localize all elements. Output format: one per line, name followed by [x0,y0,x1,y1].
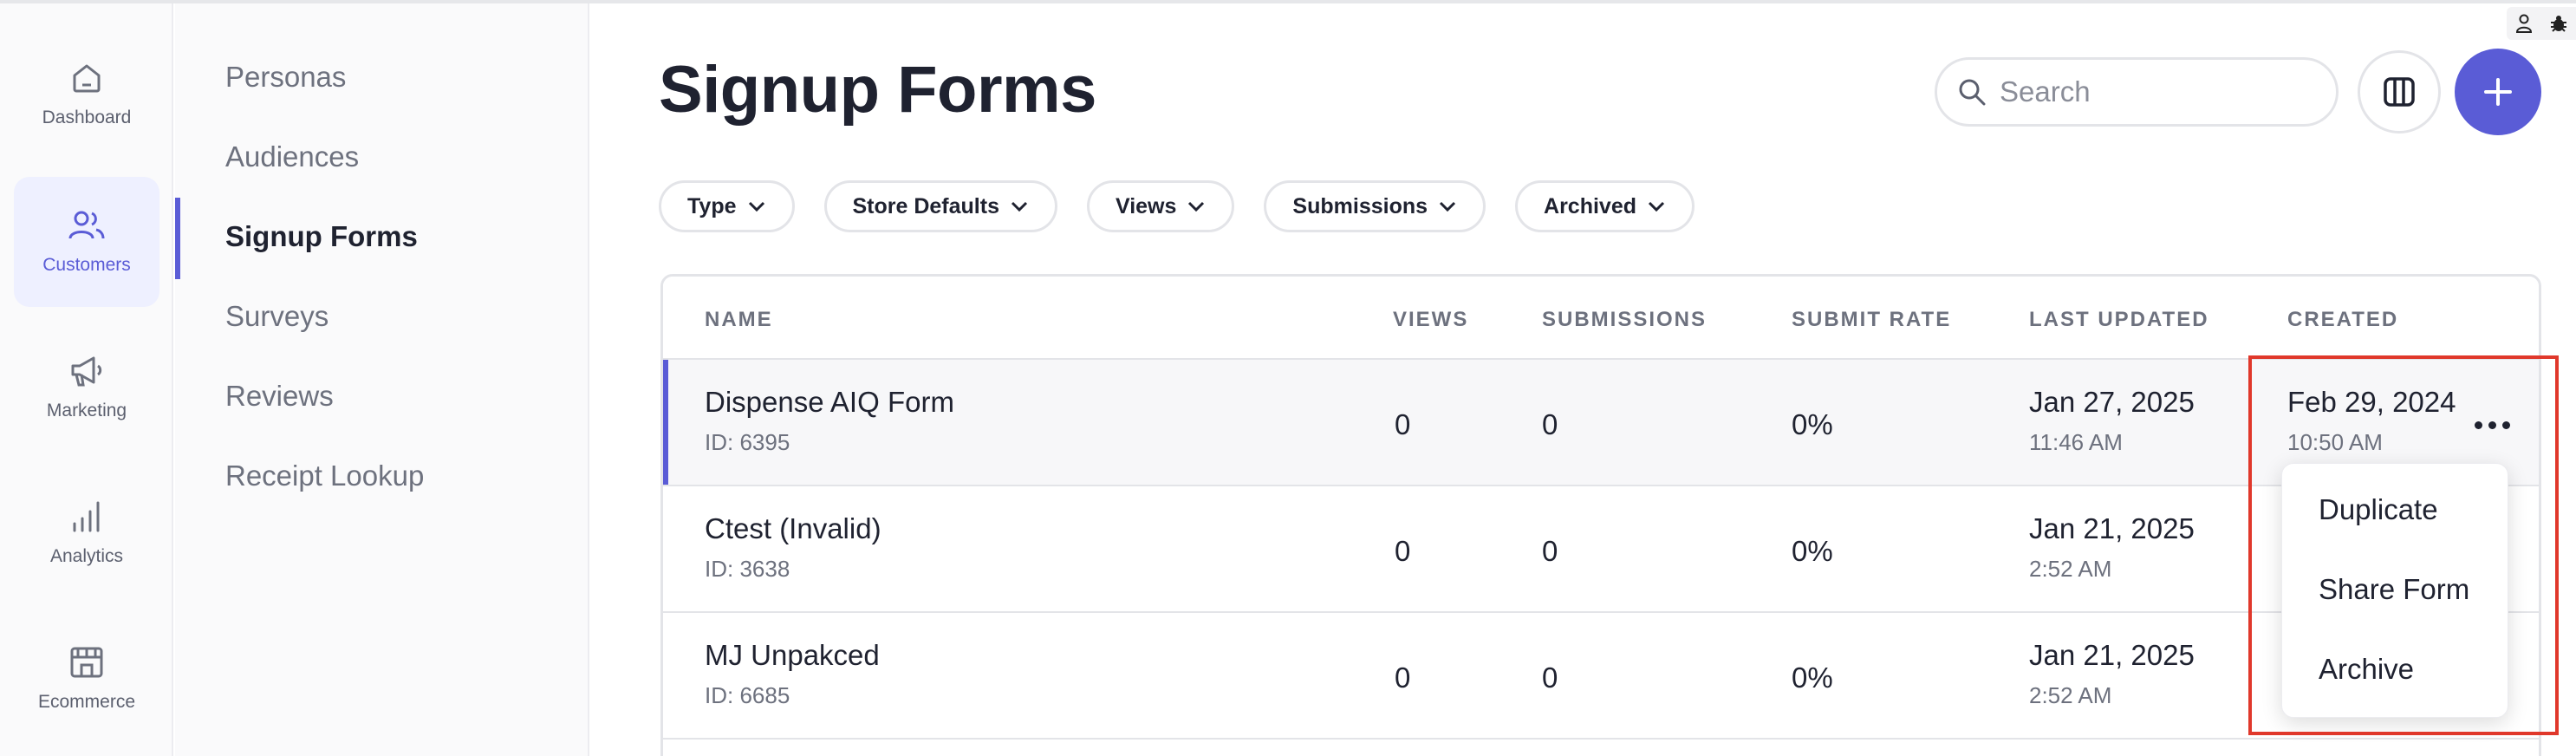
subnav-item-signup-forms[interactable]: Signup Forms [225,220,418,253]
home-icon [73,64,101,93]
subnav-item-audiences[interactable]: Audiences [225,140,359,173]
user-icon[interactable] [2515,14,2533,33]
column-header-last-updated[interactable]: LAST UPDATED [2029,308,2209,332]
rail-label: Marketing [46,401,127,420]
filter-type[interactable]: Type [659,180,795,232]
updated-date: Jan 21, 2025 [2029,512,2195,544]
updated-time: 2:52 AM [2029,556,2112,582]
rail-item-ecommerce[interactable]: Ecommerce [14,614,159,744]
bug-icon[interactable] [2549,14,2568,33]
plus-icon [2484,78,2512,106]
column-header-views[interactable]: VIEWS [1393,308,1468,332]
row-selected-accent [663,360,668,485]
filter-label: Store Defaults [852,193,999,218]
filter-submissions[interactable]: Submissions [1264,180,1486,232]
form-id: ID: 6395 [705,429,790,455]
submit-rate-value: 0% [1792,662,1833,694]
views-value: 0 [1395,408,1411,440]
filter-views[interactable]: Views [1086,180,1235,232]
submissions-value: 0 [1542,535,1558,567]
megaphone-icon [71,356,102,387]
filter-label: Views [1115,193,1177,218]
subnav-item-surveys[interactable]: Surveys [225,300,329,333]
submissions-value: 0 [1542,408,1558,440]
system-tray [2507,7,2576,40]
rail-item-analytics[interactable]: Analytics [14,468,159,598]
rail-label: Customers [42,255,131,275]
form-name[interactable]: Ctest (Invalid) [705,512,881,545]
add-form-button[interactable] [2455,49,2541,135]
column-header-submit-rate[interactable]: SUBMIT RATE [1792,308,1951,332]
chevron-down-icon [1648,201,1665,212]
column-header-created[interactable]: CREATED [2287,308,2398,332]
rail-item-customers[interactable]: Customers [14,177,159,307]
subnav-item-reviews[interactable]: Reviews [225,380,334,413]
updated-date: Jan 21, 2025 [2029,639,2195,671]
rail-label: Ecommerce [37,692,136,712]
filter-store-defaults[interactable]: Store Defaults [823,180,1057,232]
page-title: Signup Forms [659,53,1096,127]
sub-navigation: Personas Audiences Signup Forms Surveys … [175,3,589,756]
updated-date: Jan 27, 2025 [2029,386,2195,418]
users-icon [68,211,105,239]
views-value: 0 [1395,535,1411,567]
submit-rate-value: 0% [1792,408,1833,440]
chevron-down-icon [748,201,764,212]
highlight-annotation [2248,355,2559,735]
search-box[interactable] [1935,57,2339,127]
updated-time: 2:52 AM [2029,682,2112,708]
column-header-submissions[interactable]: SUBMISSIONS [1542,308,1707,332]
chevron-down-icon [1439,201,1456,212]
filter-bar: Type Store Defaults Views Submissions Ar… [659,180,1695,232]
filter-label: Submissions [1292,193,1428,218]
subnav-item-personas[interactable]: Personas [225,61,346,94]
search-icon [1959,79,1986,106]
active-indicator [175,198,180,279]
form-id: ID: 3638 [705,556,790,582]
rail-item-marketing[interactable]: Marketing [14,323,159,453]
views-value: 0 [1395,662,1411,694]
updated-time: 11:46 AM [2029,429,2123,455]
filter-label: Archived [1544,193,1636,218]
rail-label: Dashboard [42,108,132,127]
submissions-value: 0 [1542,662,1558,694]
bar-chart-icon [73,501,100,532]
chevron-down-icon [1011,201,1028,212]
form-name[interactable]: Dispense AIQ Form [705,386,954,419]
rail-item-dashboard[interactable]: Dashboard [14,29,159,160]
column-header-name[interactable]: NAME [705,308,773,332]
form-name[interactable]: MJ Unpakced [705,639,880,672]
columns-button[interactable] [2358,50,2441,134]
filter-archived[interactable]: Archived [1515,180,1695,232]
table-header: NAME VIEWS SUBMISSIONS SUBMIT RATE LAST … [663,277,2539,360]
chevron-down-icon [1188,201,1205,212]
store-icon [70,647,103,678]
form-id: ID: 6685 [705,682,790,708]
filter-label: Type [687,193,737,218]
search-input[interactable] [2000,75,2312,108]
submit-rate-value: 0% [1792,535,1833,567]
icon-rail: Dashboard Customers Marketing Analytics … [0,3,173,756]
subnav-item-receipt-lookup[interactable]: Receipt Lookup [225,459,424,492]
rail-label: Analytics [49,546,124,566]
columns-icon [2384,77,2415,107]
